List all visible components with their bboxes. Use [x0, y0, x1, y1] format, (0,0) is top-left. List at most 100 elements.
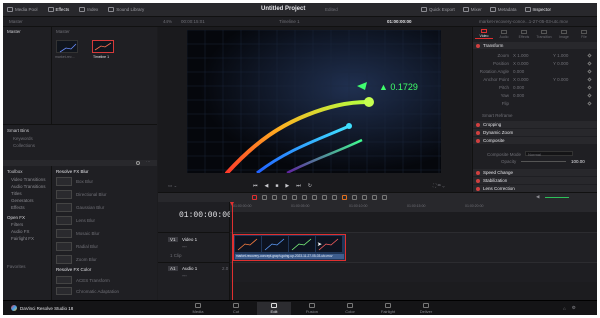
inspector-tab-file[interactable]: File	[575, 29, 593, 39]
transform-x-value[interactable]: 0.000	[513, 85, 524, 90]
insert-clip-icon[interactable]	[292, 194, 297, 200]
stabilization-section-header[interactable]: Stabilization	[473, 177, 597, 184]
zoom-level[interactable]: 44%	[163, 19, 172, 24]
lens-correction-section-header[interactable]: Lens Correction	[473, 185, 597, 192]
zoom-out-icon[interactable]	[372, 194, 377, 200]
dynamic-trim-icon[interactable]	[282, 194, 287, 200]
toolbox-item[interactable]: Generators	[11, 198, 34, 203]
playhead[interactable]	[232, 202, 233, 300]
transform-x-value[interactable]: 0.000	[513, 93, 524, 98]
settings-icon[interactable]: ⚙	[572, 305, 576, 311]
toolbox-item[interactable]: Open FX	[7, 215, 25, 220]
cropping-section-header[interactable]: Cropping	[473, 121, 597, 128]
smart-reframe-title[interactable]: Smart Reframe	[482, 113, 513, 118]
fx-item[interactable]: Gaussian Blur	[76, 205, 104, 210]
page-tab-fairlight[interactable]: Fairlight	[371, 302, 405, 315]
keyframe-icon[interactable]	[587, 101, 592, 106]
play-reverse-icon[interactable]: ◀	[265, 183, 269, 189]
inspector-tab-image[interactable]: Image	[555, 29, 573, 39]
toolbox-item[interactable]: Audio FX	[11, 229, 30, 234]
more-options-icon[interactable]: ···	[146, 159, 151, 164]
keyframe-icon[interactable]	[587, 53, 592, 58]
jump-to-start-icon[interactable]: ⏮	[253, 183, 258, 189]
fx-item-icon[interactable]	[56, 229, 72, 238]
toolbox-item[interactable]: Fairlight FX	[11, 236, 34, 241]
keyframe-icon[interactable]	[587, 69, 592, 74]
timeline-name[interactable]: Timeline 1	[279, 19, 300, 24]
page-tab-media[interactable]: Media	[181, 302, 215, 315]
position-lock-icon[interactable]	[342, 194, 347, 200]
speed-change-section-header[interactable]: Speed Change	[473, 169, 597, 176]
flag-icon[interactable]	[352, 194, 357, 200]
top-tab-effects[interactable]: Effects	[47, 7, 69, 12]
toolbox-item[interactable]: Filters	[11, 222, 23, 227]
viewer-options-icon[interactable]: ▭ ⌄	[168, 183, 177, 189]
toolbox-item[interactable]: Audio Transitions	[11, 184, 46, 189]
fx-item[interactable]: Box Blur	[76, 179, 93, 184]
page-tab-color[interactable]: Color	[333, 302, 367, 315]
right-tab-inspector[interactable]: Inspector	[524, 7, 551, 12]
fx-item[interactable]: Zoom Blur	[76, 257, 97, 262]
dynamic-zoom-section-header[interactable]: Dynamic Zoom	[473, 129, 597, 136]
top-tab-media-pool[interactable]: Media Pool	[7, 7, 38, 12]
page-tab-cut[interactable]: Cut	[219, 302, 253, 315]
fx-item-icon[interactable]	[56, 203, 72, 212]
toolbox-item[interactable]: Video Transitions	[11, 177, 45, 182]
master-bin[interactable]: Master	[7, 29, 21, 34]
transform-y-value[interactable]: Y 0.000	[553, 77, 568, 82]
video-track-header[interactable]: V1 Video 1 ▫▫▫ 1 Clip	[158, 232, 230, 262]
fx-item-icon[interactable]	[56, 190, 72, 199]
bin-header[interactable]: Master	[9, 19, 23, 24]
fx-item[interactable]: Mosaic Blur	[76, 231, 100, 236]
fx-item-icon[interactable]	[56, 216, 72, 225]
search-icon[interactable]	[136, 160, 140, 165]
trim-tool-icon[interactable]	[262, 194, 267, 200]
composite-mode-select[interactable]: Normal	[525, 151, 573, 157]
transform-y-value[interactable]: Y 0.000	[553, 61, 568, 66]
keyframe-icon[interactable]	[587, 61, 592, 66]
smart-bin-keywords[interactable]: Keywords	[13, 136, 33, 141]
transform-x-value[interactable]: X 0.000	[513, 77, 529, 82]
favorites-title[interactable]: Favorites	[7, 264, 26, 269]
composite-enabled-icon[interactable]	[476, 138, 480, 143]
volume-icon[interactable]: ◀	[536, 194, 539, 200]
select-tool-icon[interactable]	[252, 194, 257, 200]
opacity-slider[interactable]	[521, 161, 566, 162]
toolbox-item[interactable]: Effects	[11, 205, 25, 210]
viewer-canvas[interactable]: ▲ 0.1729	[187, 30, 441, 173]
fx-item[interactable]: Radial Blur	[76, 244, 98, 249]
fx-item-icon[interactable]	[56, 255, 72, 264]
playhead-handle[interactable]	[230, 202, 234, 206]
speed-change-enabled-icon[interactable]	[476, 170, 480, 175]
dynamic-zoom-enabled-icon[interactable]	[476, 130, 480, 135]
timeline-area[interactable]: 01:00:00:00 01:00:05:00 01:00:10:00 01:00:1…	[230, 202, 597, 300]
audio-track-header[interactable]: A1 Audio 1 ▫▫▫ 2.0	[158, 262, 230, 282]
inspector-tab-video[interactable]: Video	[475, 29, 493, 39]
fx-item[interactable]: ACES Transform	[76, 278, 110, 283]
fx-item-icon[interactable]	[56, 177, 72, 186]
opacity-value[interactable]: 100.00	[571, 159, 585, 164]
fx-item[interactable]: Lens Blur	[76, 218, 95, 223]
overwrite-clip-icon[interactable]	[302, 194, 307, 200]
fx-item[interactable]: Chromatic Adaptation	[76, 289, 119, 294]
viewer-fullscreen-icon[interactable]: ⛶ ▭ ⌄	[433, 183, 445, 188]
blade-tool-icon[interactable]	[272, 194, 277, 200]
timeline-timecode[interactable]: 01:00:00:00	[179, 211, 232, 220]
right-tab-metadata[interactable]: Metadata	[489, 7, 517, 12]
toolbox-title[interactable]: Toolbox	[7, 169, 23, 174]
audio-level-slider[interactable]	[545, 197, 569, 198]
page-tab-fusion[interactable]: Fusion	[295, 302, 329, 315]
fx-item-icon[interactable]	[56, 242, 72, 251]
right-tab-mixer[interactable]: Mixer	[462, 7, 482, 12]
inspector-tab-transition[interactable]: Transition	[535, 29, 553, 39]
page-tab-deliver[interactable]: Deliver	[409, 302, 443, 315]
lens-correction-enabled-icon[interactable]	[476, 186, 480, 191]
smart-bin-collections[interactable]: Collections	[13, 143, 35, 148]
keyframe-icon[interactable]	[587, 85, 592, 90]
timeline-ruler[interactable]: 01:00:00:00 01:00:05:00 01:00:10:00 01:00:1…	[230, 202, 597, 212]
transform-x-value[interactable]: X 1.000	[513, 53, 529, 58]
snapping-icon[interactable]	[322, 194, 327, 200]
fx-item-icon[interactable]	[56, 287, 72, 295]
keyframe-icon[interactable]	[587, 77, 592, 82]
video-clip[interactable]: market-recovery-concept-graph-going-up-2…	[233, 234, 346, 261]
